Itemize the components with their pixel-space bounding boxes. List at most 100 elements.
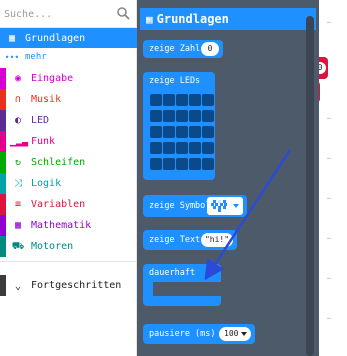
grid-dot [327, 158, 331, 159]
led-cell[interactable] [202, 142, 214, 154]
category-color-bar [0, 131, 6, 152]
led-cell[interactable] [189, 158, 201, 170]
grid-dot [327, 22, 331, 23]
led-cell[interactable] [150, 158, 162, 170]
category-grundlagen[interactable]: ▦ Grundlagen [0, 28, 137, 48]
category-eingabe[interactable]: ◉ Eingabe [0, 68, 137, 89]
category-label: Logik [31, 178, 62, 189]
flyout-title: Grundlagen [156, 12, 229, 26]
signal-icon: ▁▂▃ [10, 136, 29, 147]
block-forever[interactable]: dauerhaft [143, 264, 221, 282]
category-variablen[interactable]: ≡ Variablen [0, 194, 137, 215]
category-musik[interactable]: ∩ Musik [0, 89, 137, 110]
category-color-bar [0, 194, 6, 215]
grid-dot [327, 278, 331, 279]
divider [0, 261, 137, 262]
category-mathematik[interactable]: ▦ Mathematik [0, 215, 137, 236]
led-cell[interactable] [176, 110, 188, 122]
led-cell[interactable] [189, 126, 201, 138]
more-icon: ••• [4, 52, 20, 62]
block-label: zeige Symbol [149, 201, 211, 211]
block-pause[interactable]: pausiere (ms) 100 [143, 324, 255, 344]
block-label: dauerhaft [149, 268, 196, 278]
pause-dropdown[interactable]: 100 [219, 327, 251, 341]
category-label: Mathematik [31, 220, 92, 231]
toolbox-sidebar: ▦ Grundlagen ••• mehr ◉ Eingabe ∩ Musik … [0, 0, 137, 356]
block-show-icon[interactable]: zeige Symbol [143, 195, 247, 217]
flyout-header: ▦ Grundlagen [140, 8, 316, 30]
category-label: Variablen [31, 199, 86, 210]
led-cell[interactable] [202, 94, 214, 106]
category-label: Fortgeschritten [31, 280, 122, 291]
category-led[interactable]: ◐ LED [0, 110, 137, 131]
category-color-bar [0, 236, 6, 257]
block-label: zeige Text [149, 235, 201, 245]
calculator-icon: ▦ [14, 220, 22, 231]
block-show-leds[interactable]: zeige LEDs [143, 72, 215, 180]
category-color-bar [0, 89, 6, 110]
number-input[interactable]: 0 [201, 42, 219, 56]
block-label: pausiere (ms) [149, 329, 216, 339]
target-icon: ◉ [14, 73, 22, 84]
category-color-bar [0, 215, 6, 236]
category-funk[interactable]: ▁▂▃ Funk [0, 131, 137, 152]
led-cell[interactable] [163, 158, 175, 170]
led-cell[interactable] [189, 110, 201, 122]
car-icon: ⛟ [11, 241, 25, 252]
led-cell[interactable] [150, 142, 162, 154]
led-cell[interactable] [202, 110, 214, 122]
led-cell[interactable] [202, 158, 214, 170]
led-cell[interactable] [150, 94, 162, 106]
toggle-icon: ◐ [14, 115, 22, 126]
category-logik[interactable]: ⤨ Logik [0, 173, 137, 194]
grid-dot [327, 118, 331, 119]
grid-icon: ▦ [8, 32, 16, 44]
category-label: LED [31, 115, 50, 126]
led-cell[interactable] [202, 126, 214, 138]
block-label: zeige LEDs [149, 76, 201, 86]
led-cell[interactable] [163, 110, 175, 122]
category-mehr[interactable]: ••• mehr [0, 48, 137, 66]
led-cell[interactable] [176, 142, 188, 154]
category-fortgeschritten[interactable]: ⌄ Fortgeschritten [0, 275, 137, 296]
flyout-scrollbar[interactable] [306, 16, 314, 356]
refresh-icon: ↻ [14, 157, 22, 168]
category-label: Musik [31, 94, 62, 105]
category-schleifen[interactable]: ↻ Schleifen [0, 152, 137, 173]
chevron-down-icon: ⌄ [14, 279, 22, 292]
block-show-string[interactable]: zeige Text "hi!" [143, 230, 237, 250]
search-input[interactable] [4, 4, 112, 24]
led-cell[interactable] [176, 158, 188, 170]
grid-icon: ▦ [146, 12, 153, 26]
search-box [0, 0, 137, 28]
text-input[interactable]: "hi!" [201, 233, 233, 247]
block-label: zeige Zahl [149, 44, 201, 54]
led-cell[interactable] [150, 110, 162, 122]
category-label: Grundlagen [25, 32, 86, 44]
category-label: Schleifen [31, 157, 86, 168]
chevron-down-icon [233, 204, 239, 208]
search-icon[interactable] [116, 6, 130, 20]
led-cell[interactable] [163, 94, 175, 106]
category-label: mehr [25, 52, 47, 62]
led-cell[interactable] [163, 142, 175, 154]
led-cell[interactable] [176, 94, 188, 106]
category-color-bar [0, 173, 6, 194]
category-color-bar [0, 110, 6, 131]
category-color-bar [0, 68, 6, 89]
category-color-bar [0, 275, 6, 296]
headphones-icon: ∩ [14, 94, 22, 105]
grid-dot [327, 238, 331, 239]
shuffle-icon: ⤨ [14, 178, 22, 189]
led-cell[interactable] [163, 126, 175, 138]
list-icon: ≡ [14, 199, 22, 210]
led-cell[interactable] [150, 126, 162, 138]
led-cell[interactable] [176, 126, 188, 138]
category-motoren[interactable]: ⛟ Motoren [0, 236, 137, 257]
block-show-number[interactable]: zeige Zahl 0 [143, 40, 223, 58]
pause-value: 100 [224, 329, 239, 338]
led-cell[interactable] [189, 142, 201, 154]
icon-dropdown[interactable] [207, 197, 243, 215]
category-label: Funk [31, 136, 56, 147]
led-cell[interactable] [189, 94, 201, 106]
